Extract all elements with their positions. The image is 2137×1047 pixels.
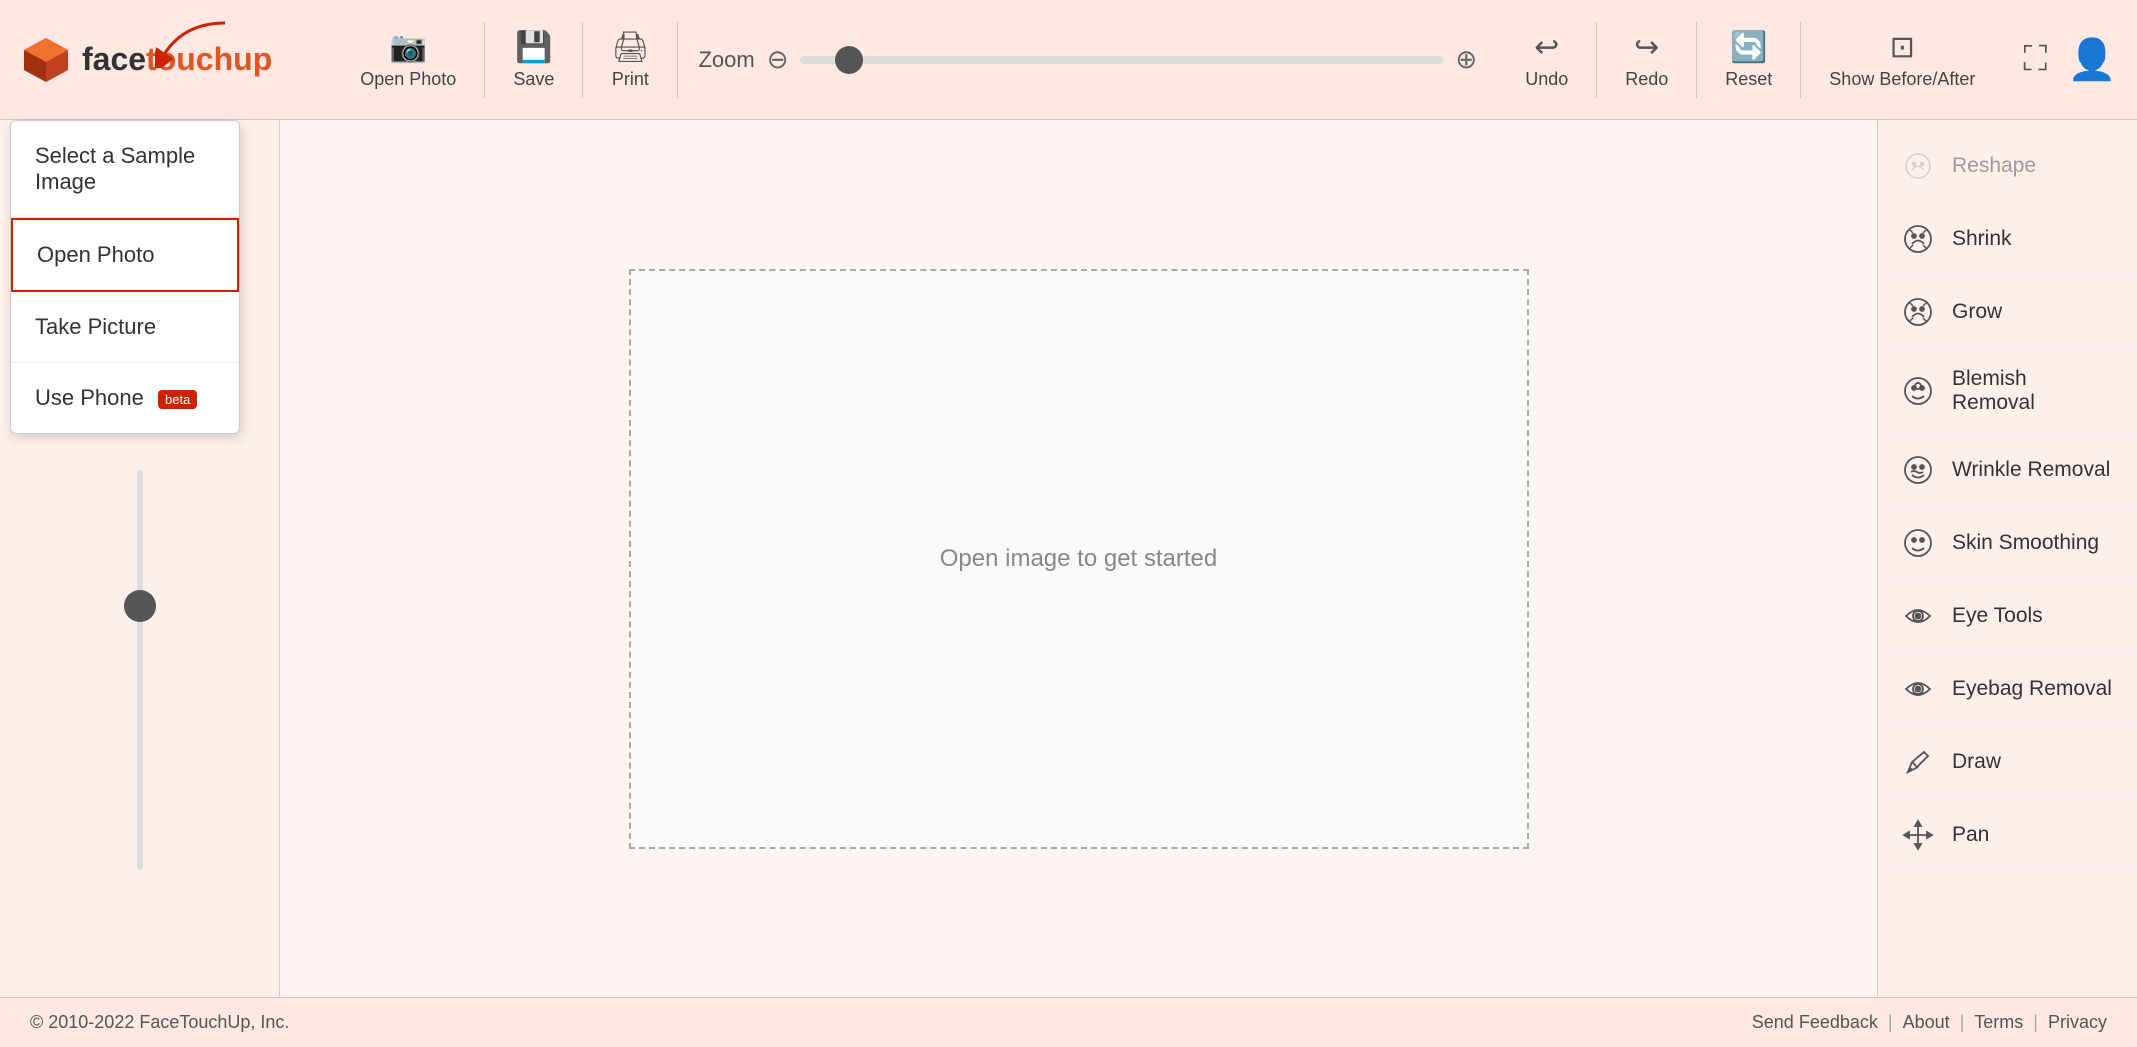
footer-send-feedback[interactable]: Send Feedback [1752,1012,1878,1033]
save-icon: 💾 [515,30,552,65]
print-button[interactable]: 🖨 Print [583,22,678,98]
pan-icon [1900,817,1936,853]
grow-icon [1900,294,1936,330]
header: facetouchup 📷 Open Photo 💾 Save 🖨 Print [0,0,2137,120]
account-icon[interactable]: 👤 [2067,36,2117,83]
tool-blemish-removal[interactable]: Blemish Removal [1878,349,2137,434]
draw-label: Draw [1952,750,2001,774]
use-phone-label: Use Phone [35,385,144,410]
wrinkle-removal-label: Wrinkle Removal [1952,458,2110,482]
zoom-section: Zoom ⊖ ⊕ [698,44,1477,75]
tool-eyebag-removal[interactable]: Eyebag Removal [1878,653,2137,726]
eyebag-removal-icon [1900,671,1936,707]
skin-smoothing-icon [1900,525,1936,561]
footer: © 2010-2022 FaceTouchUp, Inc. Send Feedb… [0,997,2137,1047]
open-photo-dropdown-label: Open Photo [37,242,154,267]
footer-links: Send Feedback | About | Terms | Privacy [1752,1012,2107,1033]
wrinkle-removal-icon [1900,452,1936,488]
take-picture-label: Take Picture [35,314,156,339]
tool-wrinkle-removal[interactable]: Wrinkle Removal [1878,434,2137,507]
beta-badge: beta [158,390,197,409]
grow-label: Grow [1952,300,2002,324]
skin-smoothing-label: Skin Smoothing [1952,531,2099,555]
draw-icon [1900,744,1936,780]
tool-draw[interactable]: Draw [1878,726,2137,799]
copyright: © 2010-2022 FaceTouchUp, Inc. [30,1012,289,1033]
dropdown-item-select-sample[interactable]: Select a Sample Image [11,121,239,218]
save-label: Save [513,69,554,90]
eyebag-removal-label: Eyebag Removal [1952,677,2112,701]
dropdown-item-use-phone[interactable]: Use Phone beta [11,363,239,433]
redo-label: Redo [1625,69,1668,90]
reset-icon: 🔄 [1730,30,1767,65]
select-sample-label: Select a Sample Image [35,143,195,194]
pan-label: Pan [1952,823,1989,847]
tool-shrink[interactable]: Shrink [1878,203,2137,276]
footer-sep-3: | [2033,1012,2038,1033]
reset-label: Reset [1725,69,1772,90]
dropdown-item-open-photo[interactable]: Open Photo [11,218,239,292]
tool-grow[interactable]: Grow [1878,276,2137,349]
shrink-icon [1900,221,1936,257]
print-label: Print [612,69,649,90]
reshape-label: Reshape [1952,154,2036,178]
tool-reshape[interactable]: Reshape [1878,130,2137,203]
footer-about[interactable]: About [1903,1012,1950,1033]
footer-privacy[interactable]: Privacy [2048,1012,2107,1033]
logo-icon [20,34,72,86]
blemish-removal-icon [1900,373,1936,409]
canvas-area: Open image to get started [280,120,1877,997]
zoom-label: Zoom [698,47,754,73]
tool-skin-smoothing[interactable]: Skin Smoothing [1878,507,2137,580]
shrink-label: Shrink [1952,227,2012,251]
left-panel: Select a Sample Image Open Photo Take Pi… [0,120,280,997]
fullscreen-icon[interactable]: ⛶ [2023,40,2047,79]
footer-terms[interactable]: Terms [1974,1012,2023,1033]
save-button[interactable]: 💾 Save [485,22,583,98]
camera-icon: 📷 [390,30,427,65]
print-icon: 🖨 [611,30,649,65]
undo-button[interactable]: ↩ Undo [1497,22,1597,98]
show-before-after-button[interactable]: ⊡ Show Before/After [1801,22,2003,98]
toolbar: 📷 Open Photo 💾 Save 🖨 Print Zoom ⊖ ⊕ ↩ U… [332,22,2117,98]
zoom-plus-button[interactable]: ⊕ [1455,44,1477,75]
undo-label: Undo [1525,69,1568,90]
open-photo-button[interactable]: 📷 Open Photo [332,22,485,98]
footer-sep-2: | [1960,1012,1965,1033]
blemish-removal-label: Blemish Removal [1952,367,2115,415]
main: Select a Sample Image Open Photo Take Pi… [0,120,2137,997]
before-after-icon: ⊡ [1890,30,1915,65]
redo-button[interactable]: ↪ Redo [1597,22,1697,98]
reshape-icon [1900,148,1936,184]
canvas-box[interactable]: Open image to get started [629,269,1529,849]
undo-icon: ↩ [1534,30,1559,65]
zoom-thumb[interactable] [835,46,863,74]
arrow-indicator [155,18,235,73]
zoom-track[interactable] [800,56,1443,64]
zoom-minus-button[interactable]: ⊖ [767,44,789,75]
toolbar-right: ↩ Undo ↪ Redo 🔄 Reset ⊡ Show Before/Afte… [1497,22,2003,98]
before-after-label: Show Before/After [1829,69,1975,90]
eye-tools-label: Eye Tools [1952,604,2043,628]
tool-pan[interactable]: Pan [1878,799,2137,872]
dropdown-item-take-picture[interactable]: Take Picture [11,292,239,363]
vertical-slider-thumb[interactable] [124,590,156,622]
eye-tools-icon [1900,598,1936,634]
vertical-slider-track[interactable] [137,470,143,870]
right-panel: Reshape Shrink [1877,120,2137,997]
footer-sep-1: | [1888,1012,1893,1033]
reset-button[interactable]: 🔄 Reset [1697,22,1801,98]
open-photo-label: Open Photo [360,69,456,90]
canvas-placeholder: Open image to get started [940,545,1218,573]
redo-icon: ↪ [1634,30,1659,65]
dropdown-menu: Select a Sample Image Open Photo Take Pi… [10,120,240,434]
tool-eye-tools[interactable]: Eye Tools [1878,580,2137,653]
